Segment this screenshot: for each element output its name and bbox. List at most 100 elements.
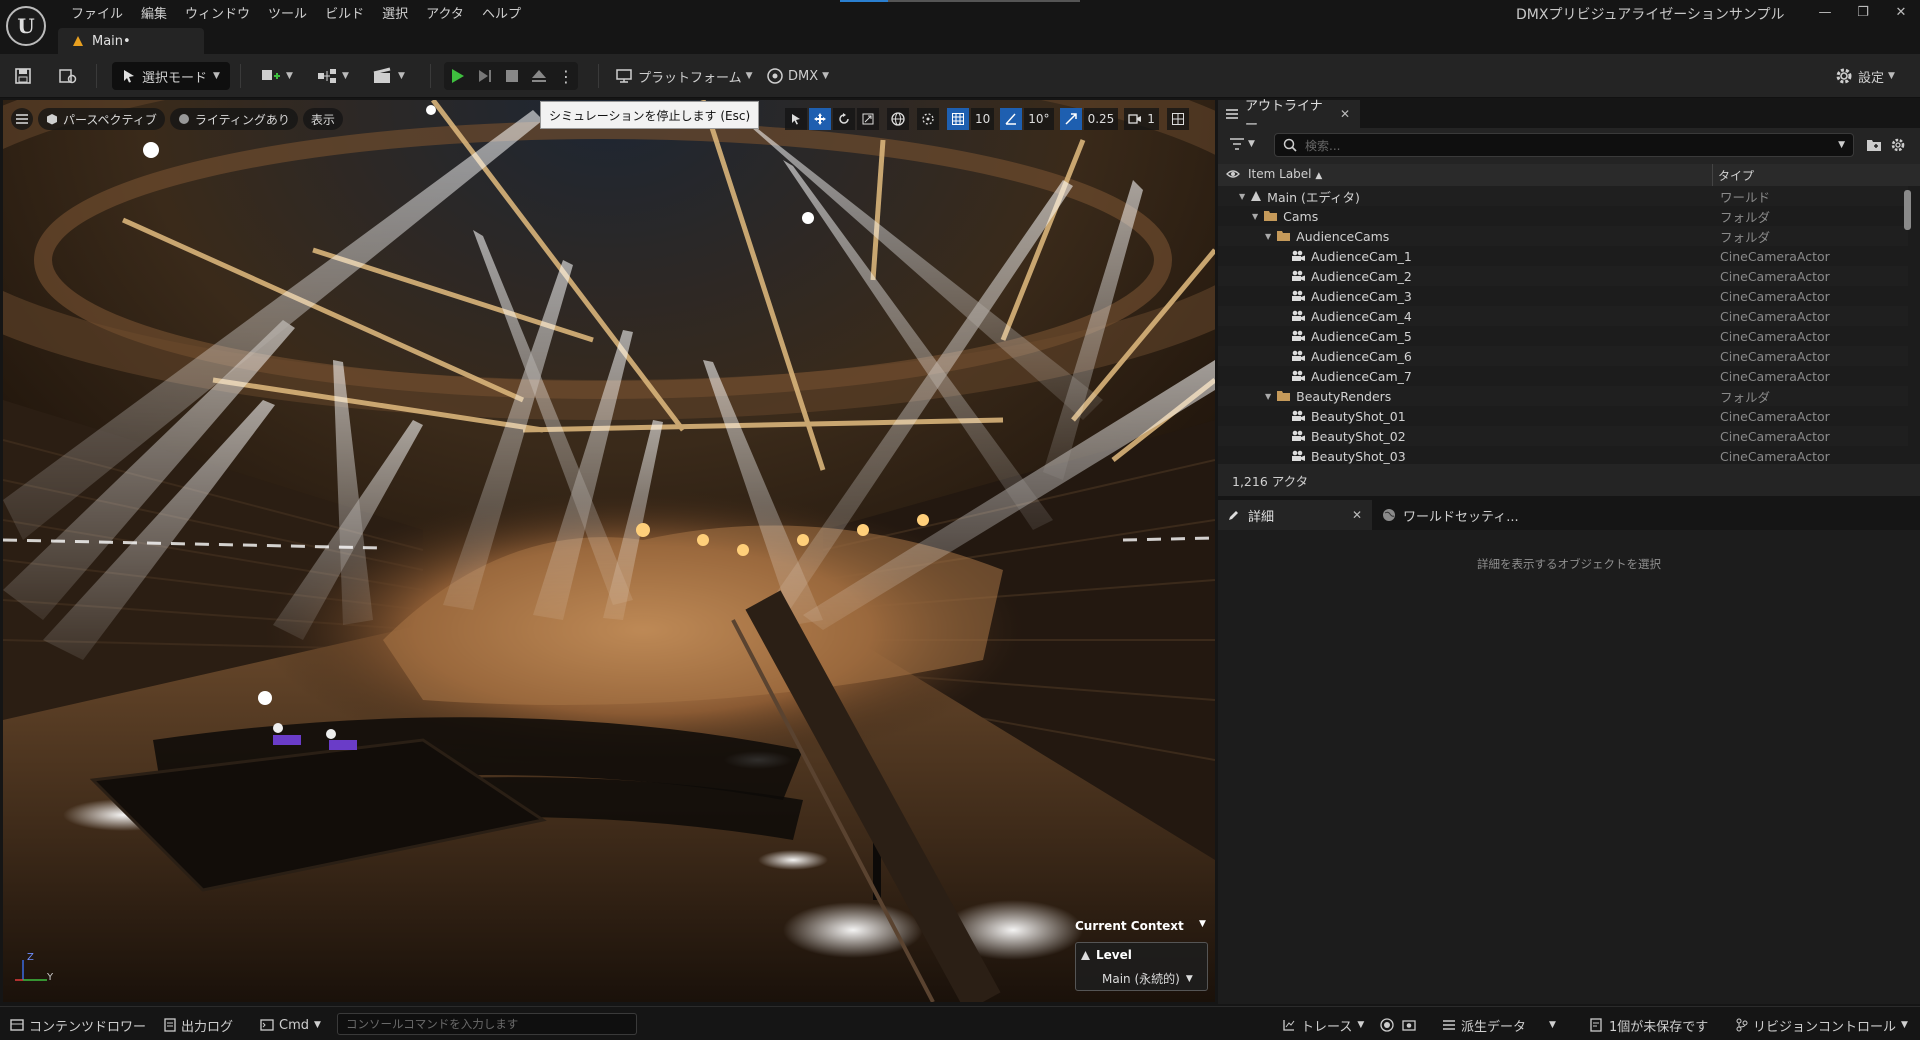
world-globe-icon <box>1382 508 1396 522</box>
table-row[interactable]: BeautyShot_03 CineCameraActor <box>1218 446 1908 464</box>
outliner-search-input[interactable]: 検索... ▼ <box>1274 133 1854 157</box>
log-icon <box>164 1018 176 1032</box>
browse-content-button[interactable] <box>58 62 78 90</box>
row-label-cell: ▼ Cams <box>1218 209 1710 224</box>
close-icon[interactable]: ✕ <box>1340 107 1350 121</box>
scale-snap-value[interactable]: 0.25 <box>1083 108 1119 130</box>
menu-tools[interactable]: ツール <box>259 0 316 22</box>
scale-tool-button[interactable] <box>857 108 879 130</box>
table-row[interactable]: AudienceCam_4 CineCameraActor <box>1218 306 1908 326</box>
coordinate-system-button[interactable] <box>887 108 909 130</box>
unreal-logo-icon[interactable]: U <box>6 6 46 46</box>
cmd-dropdown[interactable]: Cmd ▼ <box>260 1014 321 1036</box>
table-row[interactable]: AudienceCam_6 CineCameraActor <box>1218 346 1908 366</box>
play-icon[interactable] <box>448 67 466 85</box>
scale-snap-toggle[interactable] <box>1059 108 1082 130</box>
perspective-dropdown[interactable]: パースペクティブ <box>38 108 165 130</box>
tab-main-level[interactable]: Main• <box>58 28 204 54</box>
derived-data-dropdown[interactable]: 派生データ ▼ <box>1442 1014 1556 1036</box>
expand-arrow-icon[interactable]: ▼ <box>1252 212 1258 221</box>
add-actor-button[interactable]: ▼ <box>260 62 293 90</box>
row-label: AudienceCams <box>1296 228 1390 244</box>
cine-camera-icon <box>1291 270 1306 282</box>
minimize-button[interactable]: — <box>1806 0 1844 24</box>
camera-speed-value: 1 <box>1147 112 1155 126</box>
filter-dropdown[interactable]: ▼ <box>1230 138 1255 150</box>
table-row[interactable]: BeautyShot_01 CineCameraActor <box>1218 406 1908 426</box>
menu-edit[interactable]: 編集 <box>132 0 176 22</box>
play-options-kebab-icon[interactable]: ⋮ <box>558 67 574 86</box>
table-row[interactable]: AudienceCam_5 CineCameraActor <box>1218 326 1908 346</box>
show-dropdown[interactable]: 表示 <box>302 108 343 130</box>
output-log-button[interactable]: 出力ログ <box>164 1014 233 1036</box>
menu-window[interactable]: ウィンドウ <box>176 0 259 22</box>
visibility-eye-icon[interactable] <box>1226 168 1240 180</box>
row-label: Cams <box>1283 208 1319 224</box>
maximize-button[interactable]: ❐ <box>1844 0 1882 24</box>
expand-arrow-icon[interactable]: ▼ <box>1265 232 1271 241</box>
stop-icon[interactable] <box>504 68 520 84</box>
menu-select[interactable]: 選択 <box>373 0 417 22</box>
chevron-down-icon[interactable]: ▼ <box>1199 919 1206 929</box>
console-command-input[interactable]: コンソールコマンドを入力します <box>337 1013 637 1035</box>
tab-outliner[interactable]: アウトライナー ✕ <box>1218 99 1360 133</box>
add-folder-icon[interactable] <box>1866 138 1882 152</box>
translate-tool-button[interactable] <box>809 108 831 130</box>
row-label-cell: BeautyShot_02 <box>1218 429 1710 444</box>
table-row[interactable]: ▼ Main (エディタ) ワールド <box>1218 186 1908 206</box>
row-type: CineCameraActor <box>1720 328 1830 344</box>
row-label-cell: AudienceCam_1 <box>1218 249 1710 264</box>
mode-select-dropdown[interactable]: 選択モード ▼ <box>112 62 230 90</box>
table-row[interactable]: AudienceCam_1 CineCameraActor <box>1218 246 1908 266</box>
table-row[interactable]: AudienceCam_2 CineCameraActor <box>1218 266 1908 286</box>
grid-snap-value[interactable]: 10 <box>971 108 995 130</box>
revision-control-dropdown[interactable]: リビジョンコントロール ▼ <box>1736 1014 1908 1036</box>
content-drawer-button[interactable]: コンテンツドロワー <box>10 1014 146 1036</box>
gear-icon[interactable] <box>1890 137 1906 153</box>
unsaved-button[interactable]: 1個が未保存です <box>1590 1014 1708 1036</box>
settings-dropdown[interactable]: 設定 ▼ <box>1834 62 1895 90</box>
layout-button[interactable] <box>1166 108 1189 130</box>
rotate-tool-button[interactable] <box>833 108 855 130</box>
step-forward-icon[interactable] <box>476 67 494 85</box>
menu-actor[interactable]: アクタ <box>417 0 473 22</box>
grid-snap-toggle[interactable] <box>947 108 969 130</box>
eject-icon[interactable] <box>530 67 548 85</box>
tab-world-settings[interactable]: ワールドセッティ... <box>1382 500 1519 530</box>
menu-help[interactable]: ヘルプ <box>473 0 530 22</box>
rotation-snap-toggle[interactable] <box>1000 108 1023 130</box>
menu-file[interactable]: ファイル <box>62 0 132 22</box>
dmx-dropdown[interactable]: DMX ▼ <box>766 62 829 90</box>
view-mode-dropdown[interactable]: ライティングあり <box>169 108 298 130</box>
viewport-menu-button[interactable] <box>11 108 33 130</box>
save-button[interactable] <box>14 62 32 90</box>
chevron-down-icon[interactable]: ▼ <box>1838 140 1845 150</box>
surface-snap-button[interactable] <box>917 108 939 130</box>
table-row[interactable]: ▼ Cams フォルダ <box>1218 206 1908 226</box>
camera-speed-button[interactable]: 1 <box>1124 108 1159 130</box>
column-type[interactable]: タイプ <box>1718 167 1754 184</box>
expand-arrow-icon[interactable]: ▼ <box>1239 192 1245 201</box>
menu-build[interactable]: ビルド <box>316 0 373 22</box>
blueprint-button[interactable]: ▼ <box>316 62 349 90</box>
select-tool-button[interactable] <box>785 108 807 130</box>
table-row[interactable]: BeautyShot_02 CineCameraActor <box>1218 426 1908 446</box>
column-item-label[interactable]: Item Label ▲ <box>1248 167 1322 181</box>
table-row[interactable]: ▼ BeautyRenders フォルダ <box>1218 386 1908 406</box>
outliner-scrollbar[interactable] <box>1904 190 1911 230</box>
snapshot-icon[interactable] <box>1402 1014 1416 1036</box>
tab-details[interactable]: 詳細 ✕ <box>1218 500 1372 530</box>
table-row[interactable]: AudienceCam_7 CineCameraActor <box>1218 366 1908 386</box>
level-select-dropdown[interactable]: Main (永続的) ▼ <box>1102 970 1193 987</box>
record-icon[interactable] <box>1380 1014 1394 1036</box>
trace-dropdown[interactable]: トレース ▼ <box>1282 1014 1364 1036</box>
close-window-button[interactable]: ✕ <box>1882 0 1920 24</box>
rotation-snap-value[interactable]: 10° <box>1024 108 1054 130</box>
table-row[interactable]: ▼ AudienceCams フォルダ <box>1218 226 1908 246</box>
level-viewport[interactable]: パースペクティブ ライティングあり 表示 10 10° 0.25 1 Curre… <box>3 100 1215 1002</box>
expand-arrow-icon[interactable]: ▼ <box>1265 392 1271 401</box>
platform-dropdown[interactable]: プラットフォーム ▼ <box>614 62 753 90</box>
cinematics-button[interactable]: ▼ <box>372 62 405 90</box>
table-row[interactable]: AudienceCam_3 CineCameraActor <box>1218 286 1908 306</box>
close-icon[interactable]: ✕ <box>1352 508 1362 522</box>
